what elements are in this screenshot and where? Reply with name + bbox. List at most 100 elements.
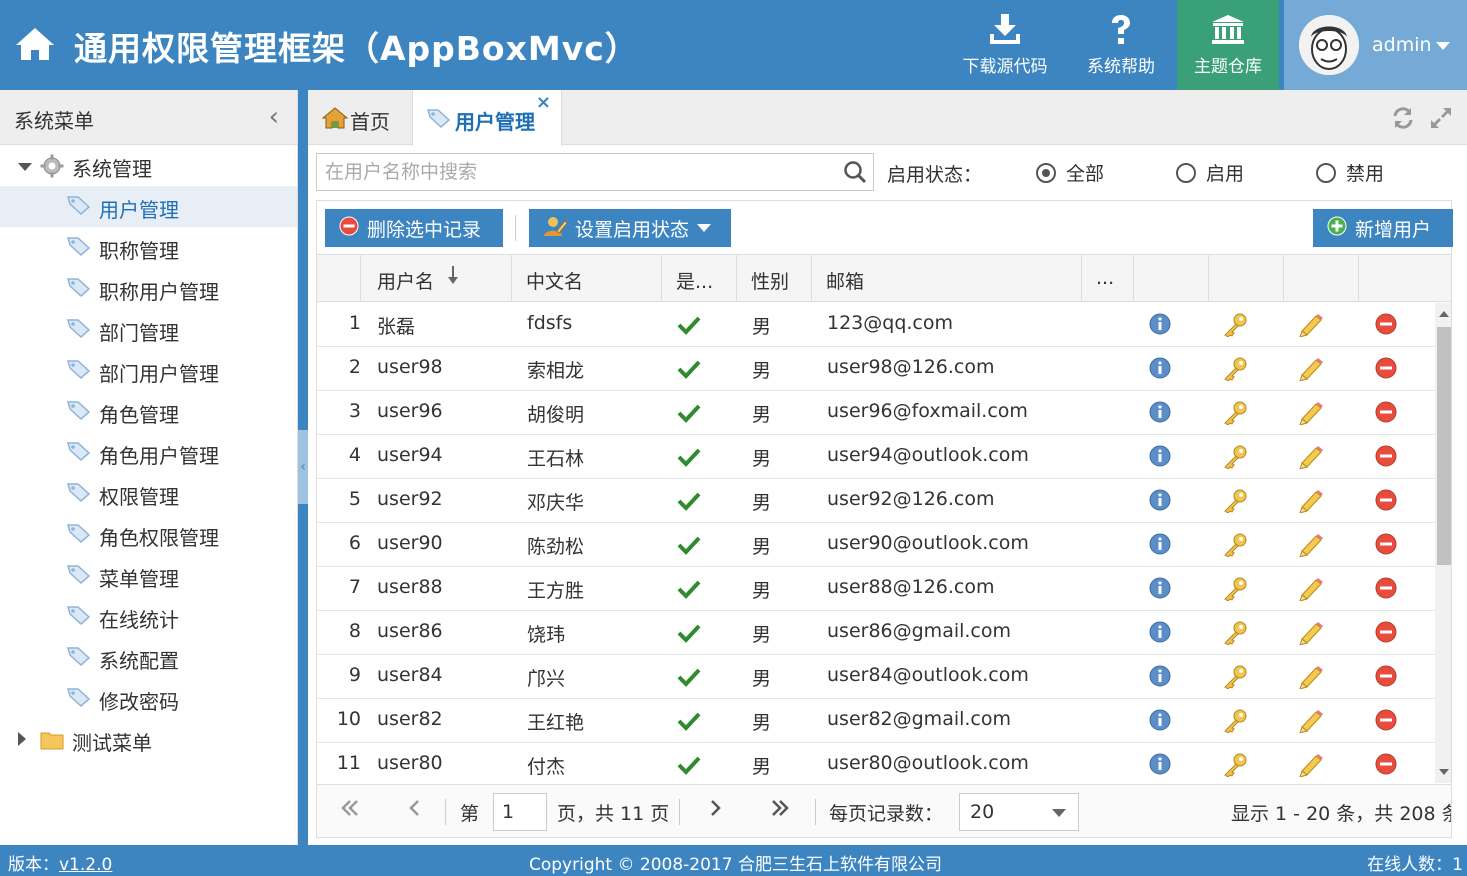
theme-gallery-button[interactable]: 主题仓库 [1177, 0, 1279, 90]
col-email[interactable]: 邮箱 [812, 255, 1082, 302]
next-page-icon[interactable] [709, 797, 723, 824]
table-row[interactable]: 4 user94 王石林 男 user94@outlook.com [317, 435, 1435, 479]
sidebar-item-12[interactable]: 系统配置 [0, 637, 297, 678]
scroll-thumb[interactable] [1437, 327, 1451, 565]
sidebar-item-7[interactable]: 角色用户管理 [0, 432, 297, 473]
home-icon[interactable] [14, 26, 56, 66]
key-icon[interactable] [1222, 313, 1248, 342]
scroll-up-icon[interactable] [1439, 311, 1449, 317]
expand-icon[interactable] [18, 163, 32, 171]
table-row[interactable]: 1 张磊 fdsfs 男 123@qq.com [317, 303, 1435, 347]
delete-selected-button[interactable]: 删除选中记录 [325, 209, 503, 247]
key-icon[interactable] [1222, 753, 1248, 782]
delete-icon[interactable] [1375, 621, 1397, 648]
sidebar-item-3[interactable]: 职称用户管理 [0, 268, 297, 309]
sidebar-item-9[interactable]: 角色权限管理 [0, 514, 297, 555]
radio-disabled[interactable]: 禁用 [1316, 159, 1384, 186]
delete-icon[interactable] [1375, 753, 1397, 780]
info-icon[interactable] [1149, 577, 1171, 604]
table-row[interactable]: 2 user98 索相龙 男 user98@126.com [317, 347, 1435, 391]
sidebar-item-10[interactable]: 菜单管理 [0, 555, 297, 596]
delete-icon[interactable] [1375, 357, 1397, 384]
pencil-icon[interactable] [1298, 401, 1324, 430]
version-link[interactable]: v1.2.0 [59, 855, 112, 875]
key-icon[interactable] [1222, 533, 1248, 562]
delete-icon[interactable] [1375, 445, 1397, 472]
prev-page-icon[interactable] [407, 797, 421, 824]
sidebar-item-4[interactable]: 部门管理 [0, 309, 297, 350]
table-row[interactable]: 3 user96 胡俊明 男 user96@foxmail.com [317, 391, 1435, 435]
sidebar-item-11[interactable]: 在线统计 [0, 596, 297, 637]
pencil-icon[interactable] [1298, 489, 1324, 518]
col-username[interactable]: 用户名 [361, 255, 512, 302]
info-icon[interactable] [1149, 753, 1171, 780]
info-icon[interactable] [1149, 533, 1171, 560]
delete-icon[interactable] [1375, 313, 1397, 340]
pencil-icon[interactable] [1298, 709, 1324, 738]
pencil-icon[interactable] [1298, 753, 1324, 782]
key-icon[interactable] [1222, 709, 1248, 738]
pencil-icon[interactable] [1298, 445, 1324, 474]
splitter-handle[interactable]: ‹ [298, 430, 308, 504]
user-menu[interactable]: admin [1284, 0, 1467, 90]
table-row[interactable]: 5 user92 邓庆华 男 user92@126.com [317, 479, 1435, 523]
table-row[interactable]: 10 user82 王红艳 男 user82@gmail.com [317, 699, 1435, 743]
page-number-input[interactable]: 1 [493, 793, 547, 831]
table-row[interactable]: 7 user88 王方胜 男 user88@126.com [317, 567, 1435, 611]
collapse-sidebar-icon[interactable]: ‹ [269, 104, 279, 130]
tree-node-test[interactable]: 测试菜单 [0, 719, 297, 760]
scroll-down-icon[interactable] [1439, 769, 1449, 775]
tree-node-system[interactable]: 系统管理 [0, 145, 297, 186]
table-row[interactable]: 11 user80 付杰 男 user80@outlook.com [317, 743, 1435, 783]
tab-users[interactable]: 用户管理 × [412, 90, 562, 146]
sidebar-item-8[interactable]: 权限管理 [0, 473, 297, 514]
info-icon[interactable] [1149, 313, 1171, 340]
radio-all[interactable]: 全部 [1036, 159, 1104, 186]
key-icon[interactable] [1222, 665, 1248, 694]
refresh-icon[interactable] [1391, 106, 1415, 134]
set-status-button[interactable]: 设置启用状态 [529, 209, 731, 247]
info-icon[interactable] [1149, 665, 1171, 692]
key-icon[interactable] [1222, 621, 1248, 650]
info-icon[interactable] [1149, 445, 1171, 472]
last-page-icon[interactable] [769, 797, 791, 824]
key-icon[interactable] [1222, 489, 1248, 518]
pencil-icon[interactable] [1298, 357, 1324, 386]
info-icon[interactable] [1149, 489, 1171, 516]
info-icon[interactable] [1149, 709, 1171, 736]
add-user-button[interactable]: 新增用户 [1313, 209, 1453, 247]
download-source-button[interactable]: 下载源代码 [952, 0, 1058, 90]
pencil-icon[interactable] [1298, 577, 1324, 606]
info-icon[interactable] [1149, 357, 1171, 384]
grid-scrollbar[interactable] [1435, 303, 1451, 783]
system-help-button[interactable]: 系统帮助 [1072, 0, 1170, 90]
key-icon[interactable] [1222, 357, 1248, 386]
sidebar-item-5[interactable]: 部门用户管理 [0, 350, 297, 391]
pencil-icon[interactable] [1298, 313, 1324, 342]
table-row[interactable]: 6 user90 陈劲松 男 user90@outlook.com [317, 523, 1435, 567]
tab-home[interactable]: 首页 [308, 90, 408, 145]
delete-icon[interactable] [1375, 489, 1397, 516]
key-icon[interactable] [1222, 401, 1248, 430]
key-icon[interactable] [1222, 445, 1248, 474]
sidebar-item-13[interactable]: 修改密码 [0, 678, 297, 719]
expand-icon[interactable] [18, 732, 26, 746]
pencil-icon[interactable] [1298, 665, 1324, 694]
delete-icon[interactable] [1375, 577, 1397, 604]
sidebar-item-6[interactable]: 角色管理 [0, 391, 297, 432]
col-enabled[interactable]: 是... [662, 255, 737, 302]
key-icon[interactable] [1222, 577, 1248, 606]
col-chinese-name[interactable]: 中文名 [512, 255, 662, 302]
table-row[interactable]: 9 user84 邝兴 男 user84@outlook.com [317, 655, 1435, 699]
delete-icon[interactable] [1375, 709, 1397, 736]
fullscreen-icon[interactable] [1429, 106, 1453, 134]
first-page-icon[interactable] [339, 797, 361, 824]
pencil-icon[interactable] [1298, 621, 1324, 650]
close-icon[interactable]: × [536, 92, 551, 113]
col-more[interactable]: ... [1082, 255, 1134, 302]
delete-icon[interactable] [1375, 533, 1397, 560]
info-icon[interactable] [1149, 621, 1171, 648]
sidebar-item-1[interactable]: 用户管理 [0, 186, 297, 227]
search-input[interactable] [317, 154, 837, 190]
table-row[interactable]: 8 user86 饶玮 男 user86@gmail.com [317, 611, 1435, 655]
